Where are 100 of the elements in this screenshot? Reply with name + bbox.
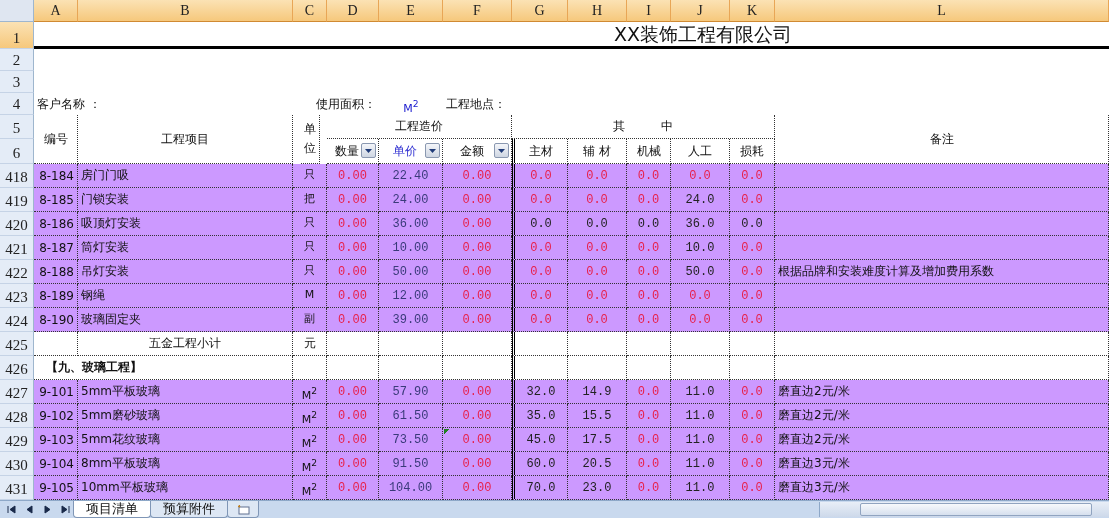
- table-cell: 把: [293, 188, 327, 212]
- table-cell: 0.00: [327, 164, 379, 188]
- table-cell: 91.50: [379, 452, 443, 476]
- column-header[interactable]: F: [443, 0, 512, 22]
- column-header[interactable]: C: [293, 0, 327, 22]
- row-number[interactable]: 426: [0, 356, 34, 380]
- table-cell: 50.0: [671, 260, 730, 284]
- table-cell: 0.0: [627, 236, 671, 260]
- table-cell: 0.0: [730, 308, 775, 332]
- row-number[interactable]: 421: [0, 236, 34, 260]
- table-cell: 只: [293, 164, 327, 188]
- table-cell: M$^{2}$: [293, 476, 327, 500]
- first-sheet-icon[interactable]: [7, 505, 16, 514]
- column-label: 金额: [459, 142, 484, 160]
- scrollbar-thumb[interactable]: [860, 503, 1092, 516]
- sheet-title: XX装饰工程有限公司: [34, 22, 1109, 49]
- table-cell: 磨直边2元/米: [775, 380, 1109, 404]
- row-number[interactable]: 5: [0, 115, 34, 139]
- column-header[interactable]: G: [512, 0, 568, 22]
- table-cell: M$^{2}$: [293, 428, 327, 452]
- table-cell: 五金工程小计: [78, 332, 293, 356]
- table-cell: 0.00: [443, 212, 512, 236]
- insert-sheet-button[interactable]: [227, 501, 259, 518]
- table-cell: 9-104: [34, 452, 78, 476]
- table-cell: 磨直边3元/米: [775, 452, 1109, 476]
- column-header[interactable]: D: [327, 0, 379, 22]
- table-cell: 门锁安装: [78, 188, 293, 212]
- table-cell: 5mm磨砂玻璃: [78, 404, 293, 428]
- next-sheet-icon[interactable]: [43, 505, 52, 514]
- field-label: 工程地点：: [445, 96, 507, 113]
- table-cell: 35.0: [512, 404, 568, 428]
- table-cell: 0.0: [627, 428, 671, 452]
- column-header[interactable]: J: [671, 0, 730, 22]
- table-cell: 70.0: [512, 476, 568, 500]
- table-cell: 磨直边2元/米: [775, 428, 1109, 452]
- column-header[interactable]: B: [78, 0, 293, 22]
- row-number[interactable]: 425: [0, 332, 34, 356]
- column-header[interactable]: I: [627, 0, 671, 22]
- table-cell: 0.00: [443, 260, 512, 284]
- sheet-tab[interactable]: 预算附件: [150, 501, 228, 518]
- table-cell: 17.5: [568, 428, 627, 452]
- column-header[interactable]: H: [568, 0, 627, 22]
- table-cell: 0.00: [327, 404, 379, 428]
- table-cell: 0.0: [568, 260, 627, 284]
- previous-sheet-icon[interactable]: [25, 505, 34, 514]
- row-number[interactable]: 423: [0, 284, 34, 308]
- row-number[interactable]: 6: [0, 139, 34, 164]
- table-cell: 8-184: [34, 164, 78, 188]
- row-number[interactable]: 4: [0, 93, 34, 115]
- row-number[interactable]: 429: [0, 428, 34, 452]
- table-cell: 0.00: [443, 164, 512, 188]
- table-cell: 0.0: [512, 164, 568, 188]
- table-cell: 5mm平板玻璃: [78, 380, 293, 404]
- row-number[interactable]: 419: [0, 188, 34, 212]
- table-cell: 0.0: [627, 452, 671, 476]
- table-cell: 0.0: [730, 284, 775, 308]
- sheet-tab[interactable]: 项目清单: [73, 501, 151, 518]
- table-cell: 0.0: [512, 236, 568, 260]
- column-header[interactable]: K: [730, 0, 775, 22]
- row-number[interactable]: 418: [0, 164, 34, 188]
- table-cell: 0.0: [730, 236, 775, 260]
- horizontal-scrollbar[interactable]: [819, 502, 1109, 517]
- filter-button[interactable]: [425, 143, 440, 158]
- filter-button[interactable]: [494, 143, 509, 158]
- last-sheet-icon[interactable]: [61, 505, 70, 514]
- row-number[interactable]: 422: [0, 260, 34, 284]
- column-header[interactable]: E: [379, 0, 443, 22]
- table-cell: 0.00: [327, 260, 379, 284]
- column-header[interactable]: L: [775, 0, 1109, 22]
- row-number[interactable]: 2: [0, 49, 34, 71]
- table-cell: 9-102: [34, 404, 78, 428]
- row-number[interactable]: 431: [0, 476, 34, 500]
- table-cell: 60.0: [512, 452, 568, 476]
- table-cell: 0.00: [327, 380, 379, 404]
- filter-button[interactable]: [361, 143, 376, 158]
- table-cell: 0.0: [627, 284, 671, 308]
- row-number[interactable]: 1: [0, 22, 34, 49]
- row-number[interactable]: 428: [0, 404, 34, 428]
- column-header[interactable]: A: [34, 0, 78, 22]
- row-number[interactable]: 424: [0, 308, 34, 332]
- table-cell: 8-185: [34, 188, 78, 212]
- table-cell: 0.0: [512, 284, 568, 308]
- table-cell: 元: [293, 332, 327, 356]
- table-cell: 0.0: [730, 452, 775, 476]
- table-cell: 0.0: [627, 380, 671, 404]
- table-cell: 0.00: [327, 236, 379, 260]
- table-cell: 0.00: [443, 404, 512, 428]
- table-cell: 0.0: [568, 236, 627, 260]
- table-cell: 32.0: [512, 380, 568, 404]
- table-cell: 57.90: [379, 380, 443, 404]
- table-cell: 36.0: [671, 212, 730, 236]
- table-cell: 0.00: [327, 188, 379, 212]
- row-number[interactable]: 427: [0, 380, 34, 404]
- table-cell: 0.0: [730, 428, 775, 452]
- row-number[interactable]: 430: [0, 452, 34, 476]
- row-number[interactable]: 3: [0, 71, 34, 93]
- table-cell: 20.5: [568, 452, 627, 476]
- row-number[interactable]: 420: [0, 212, 34, 236]
- table-cell: 吊灯安装: [78, 260, 293, 284]
- table-cell: 0.0: [730, 212, 775, 236]
